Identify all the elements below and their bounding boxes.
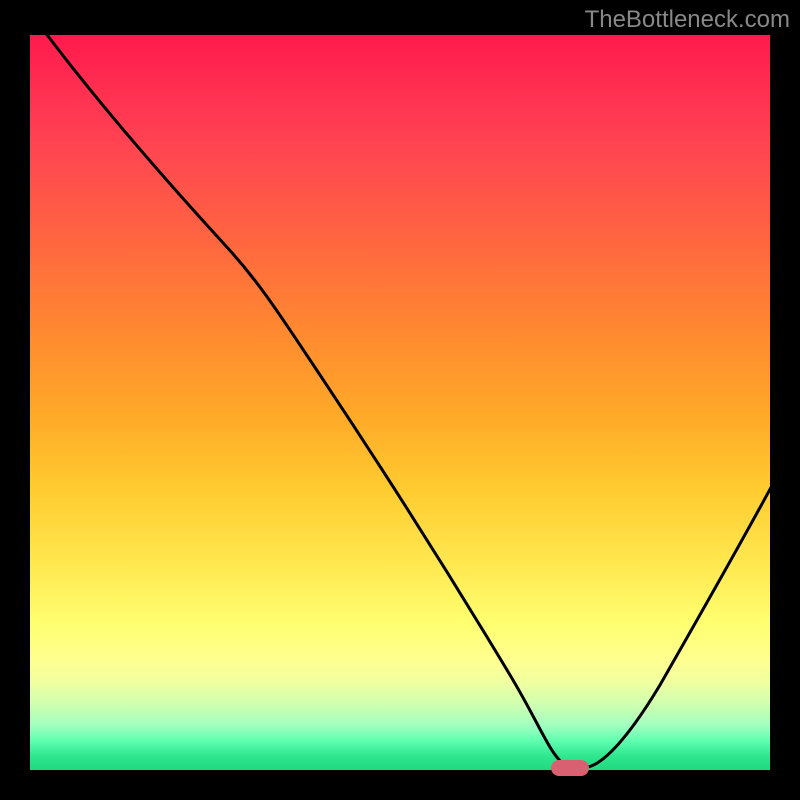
watermark-text: TheBottleneck.com — [585, 6, 790, 34]
plot-area — [30, 35, 770, 770]
optimal-marker — [551, 760, 589, 776]
bottleneck-curve — [30, 35, 770, 770]
